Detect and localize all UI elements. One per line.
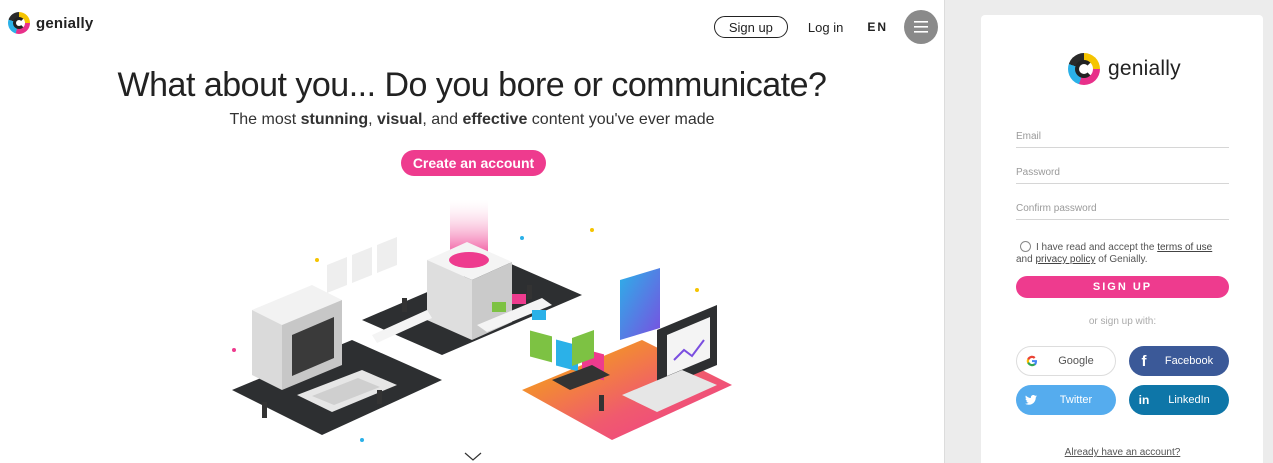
linkedin-signup-button[interactable]: in LinkedIn: [1129, 385, 1229, 415]
confirm-password-field[interactable]: Confirm password: [1016, 198, 1229, 220]
already-have-account-link[interactable]: Already have an account?: [1016, 447, 1229, 458]
google-signup-button[interactable]: Google: [1016, 346, 1116, 376]
sign-up-button[interactable]: SIGN UP: [1016, 276, 1229, 298]
hero-title: What about you... Do you bore or communi…: [117, 66, 827, 104]
card-brand-logo: genially: [1068, 53, 1181, 85]
hamburger-icon: [914, 21, 928, 33]
terms-radio[interactable]: [1020, 241, 1031, 252]
isometric-workspace-illustration: [232, 200, 732, 442]
landing-section: genially Sign up Log in EN What about yo…: [0, 0, 944, 463]
linkedin-icon: in: [1138, 393, 1150, 407]
top-navigation: Sign up Log in EN: [713, 10, 938, 44]
signup-card: genially Email Password Confirm password…: [981, 15, 1263, 463]
google-icon: [1017, 355, 1047, 367]
hero-subtitle: The most stunning, visual, and effective…: [229, 111, 715, 128]
genially-logo-icon: [8, 12, 30, 34]
page: genially Sign up Log in EN What about yo…: [0, 0, 1273, 463]
brand-logo[interactable]: genially: [8, 12, 93, 34]
privacy-policy-link[interactable]: privacy policy: [1035, 254, 1095, 265]
twitter-signup-button[interactable]: Twitter: [1016, 385, 1116, 415]
nav-login-link[interactable]: Log in: [808, 20, 843, 35]
facebook-signup-button[interactable]: f Facebook: [1129, 346, 1229, 376]
password-field[interactable]: Password: [1016, 162, 1229, 184]
card-brand-name: genially: [1108, 57, 1181, 80]
terms-of-use-link[interactable]: terms of use: [1157, 242, 1212, 253]
genially-logo-icon: [1068, 53, 1100, 85]
scroll-down-chevron-icon[interactable]: [464, 452, 482, 462]
twitter-icon: [1016, 395, 1046, 405]
menu-button[interactable]: [904, 10, 938, 44]
email-field[interactable]: Email: [1016, 126, 1229, 148]
nav-signup-button[interactable]: Sign up: [713, 16, 788, 38]
or-sign-up-with-label: or sign up with:: [1088, 316, 1157, 327]
brand-name: genially: [36, 14, 94, 32]
language-selector[interactable]: EN: [867, 20, 888, 34]
terms-consent: I have read and accept the terms of use a…: [1016, 241, 1213, 265]
create-account-button[interactable]: Create an account: [401, 150, 546, 176]
facebook-icon: f: [1141, 352, 1147, 370]
